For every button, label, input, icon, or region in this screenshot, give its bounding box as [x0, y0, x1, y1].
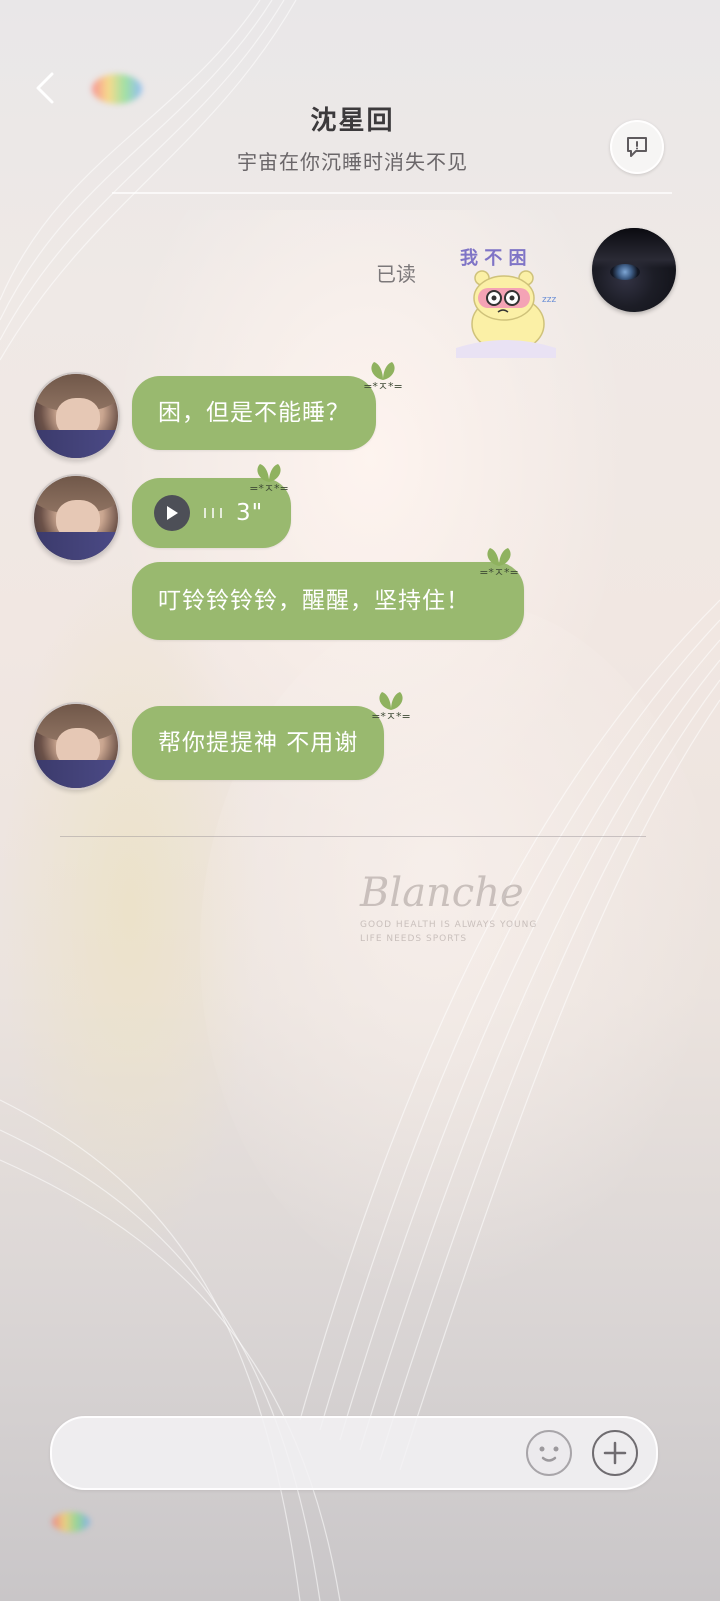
- contact-avatar[interactable]: [32, 702, 120, 790]
- play-icon: [167, 506, 178, 520]
- chat-divider: [60, 836, 646, 837]
- message-text: 困，但是不能睡？: [158, 400, 350, 426]
- play-button[interactable]: [154, 495, 190, 531]
- header-divider: [112, 192, 672, 194]
- message-text: 叮铃铃铃铃，醒醒，坚持住！: [158, 588, 470, 614]
- message-bubble[interactable]: 困，但是不能睡？: [132, 376, 376, 450]
- chat-subtitle: 宇宙在你沉睡时消失不见: [237, 150, 468, 174]
- chat-title: 沈星回: [310, 106, 395, 136]
- emoji-button[interactable]: [526, 1430, 572, 1476]
- chat-options-button[interactable]: [610, 120, 664, 174]
- plus-icon: [603, 1441, 627, 1465]
- voice-waveform: [204, 508, 222, 518]
- contact-avatar[interactable]: [32, 372, 120, 460]
- svg-text:zzz: zzz: [542, 295, 556, 305]
- hoodie-brand-watermark: Blanche GOOD HEALTH IS ALWAYS YOUNG LIFE…: [360, 870, 538, 944]
- sticker-text: 我 不 困: [460, 248, 527, 269]
- sprout-face-decoration: =*ㅈ*=: [356, 360, 410, 400]
- sleepy-bear-sticker: 我 不 困 zzz: [456, 248, 556, 358]
- sprout-face-decoration: =*ㅈ*=: [472, 546, 526, 586]
- smiley-icon: [539, 1446, 559, 1462]
- sticker-message[interactable]: 我 不 困 zzz: [446, 240, 564, 358]
- read-status: 已读: [376, 262, 416, 286]
- message-bubble[interactable]: 叮铃铃铃铃，醒醒，坚持住！: [132, 562, 524, 640]
- comment-icon: [627, 137, 647, 157]
- sprout-face-decoration: =*ㅈ*=: [242, 462, 296, 502]
- message-bubble[interactable]: 帮你提提神 不用谢: [132, 706, 385, 780]
- self-avatar[interactable]: [592, 228, 676, 312]
- message-text: 帮你提提神 不用谢: [158, 730, 359, 756]
- sprout-face-decoration: =*ㅈ*=: [364, 690, 418, 730]
- add-attachment-button[interactable]: [592, 1430, 638, 1476]
- contact-avatar[interactable]: [32, 474, 120, 562]
